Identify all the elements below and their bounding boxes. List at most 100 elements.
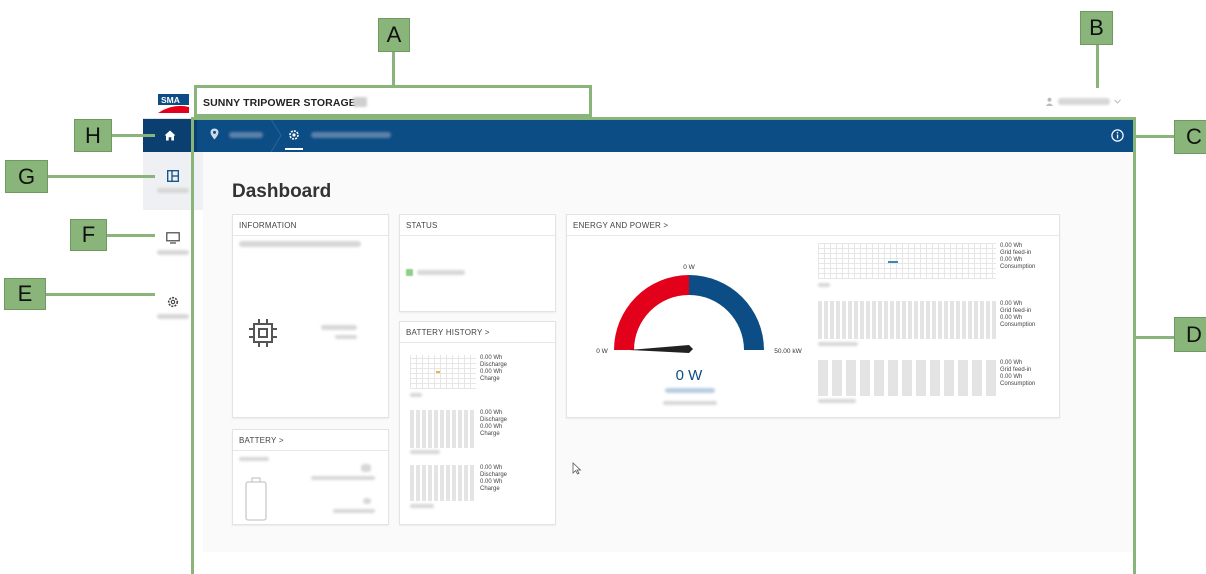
- discharge-label: Discharge: [480, 362, 508, 368]
- battery-history-header[interactable]: BATTERY HISTORY >: [406, 328, 490, 337]
- card-divider: [400, 235, 555, 236]
- power-gauge: 0 W 0 W 50.00 kW 0 W: [596, 264, 802, 384]
- user-name-blurred: [1058, 98, 1110, 105]
- sidebar: [143, 152, 203, 552]
- grid-feed-in-value: 0.00 Wh: [1000, 301, 1023, 307]
- gauge-arc-blue: [689, 275, 764, 350]
- gauge-top-label: 0 W: [683, 264, 695, 271]
- callout-frame-d-left: [191, 117, 194, 574]
- dashboard-icon: [167, 170, 179, 182]
- card-divider: [233, 235, 388, 236]
- grid-feed-in-label: Grid feed-in: [1000, 308, 1032, 314]
- charge-label: Charge: [480, 486, 500, 492]
- sidebar-item-configuration[interactable]: [143, 278, 203, 336]
- callout-line-d: [1133, 336, 1177, 339]
- battery-header-label: BATTERY: [239, 436, 277, 445]
- consumption-value: 0.00 Wh: [1000, 315, 1023, 321]
- app-title: SUNNY TRIPOWER STORAGE: [203, 97, 356, 109]
- callout-label-f: F: [70, 219, 107, 251]
- mouse-cursor-icon: [572, 462, 582, 475]
- state-of-charge-blurred: [361, 464, 371, 472]
- gauge-max-label: 50.00 kW: [774, 348, 802, 355]
- processor-chip-icon: [249, 319, 277, 347]
- consumption-value: 0.00 Wh: [1000, 374, 1023, 380]
- battery-history-year-chart: [410, 465, 476, 501]
- discharge-label: Discharge: [480, 417, 508, 423]
- battery-history-chevron: >: [484, 328, 490, 337]
- device-serial-blurred: [353, 97, 367, 107]
- gauge-arc-red: [614, 275, 689, 350]
- consumption-value: 0.00 Wh: [1000, 257, 1023, 263]
- discharge-label: Discharge: [480, 472, 508, 478]
- breadcrumb-device-blurred[interactable]: [311, 132, 391, 138]
- callout-label-g: G: [5, 160, 48, 193]
- charge-value: 0.00 Wh: [480, 479, 503, 485]
- battery-history-today-values: 0.00 Wh Discharge 0.00 Wh Charge: [480, 355, 507, 383]
- soc-label-blurred: [311, 476, 375, 480]
- energy-day-chart-marker: [888, 261, 898, 263]
- battery-history-card: BATTERY HISTORY > 0.00 Wh Discharge 0.00…: [399, 321, 556, 525]
- energy-month-chart: [818, 301, 996, 339]
- user-icon: [1045, 97, 1054, 106]
- chevron-down-icon: [1114, 99, 1121, 104]
- callout-line-c: [1133, 135, 1177, 138]
- screenshot-stage: SMA SUNNY TRIPOWER STORAGE Dashboard INF…: [0, 0, 1206, 574]
- charge-label: Charge: [480, 376, 500, 382]
- today-label-blurred: [410, 393, 422, 397]
- callout-frame-d-right: [1133, 117, 1136, 574]
- discharge-value: 0.00 Wh: [480, 355, 503, 361]
- user-menu[interactable]: [1045, 97, 1121, 106]
- sidebar-item-monitoring[interactable]: [143, 214, 203, 272]
- gauge-timestamp-blurred: [663, 401, 717, 405]
- callout-label-b: B: [1080, 11, 1113, 45]
- energy-year-values: 0.00 Wh Grid feed-in 0.00 Wh Consumption: [1000, 360, 1035, 388]
- energy-power-header[interactable]: ENERGY AND POWER >: [573, 221, 668, 230]
- settings-icon: [167, 296, 179, 308]
- sidebar-label-monitoring-blurred: [157, 250, 189, 255]
- sidebar-label-dashboard-blurred: [157, 188, 189, 193]
- status-ok-indicator: [406, 269, 413, 276]
- callout-frame-a-left: [194, 85, 197, 117]
- card-divider: [233, 450, 388, 451]
- callout-frame-d-top: [191, 117, 1136, 120]
- day-chart-marker: [436, 371, 440, 373]
- battery-timestamp-blurred: [239, 457, 269, 461]
- sidebar-label-configuration-blurred: [157, 314, 189, 319]
- grid-feed-in-label: Grid feed-in: [1000, 250, 1032, 256]
- sma-logo[interactable]: SMA: [157, 93, 190, 115]
- callout-line-h: [111, 134, 155, 137]
- discharge-value: 0.00 Wh: [480, 465, 503, 471]
- consumption-label: Consumption: [1000, 322, 1036, 328]
- energy-year-chart: [818, 360, 996, 396]
- charging-label-blurred: [333, 509, 375, 513]
- callout-line-e: [45, 293, 155, 296]
- serial-number-blurred: [321, 325, 357, 330]
- information-card: INFORMATION: [232, 214, 389, 418]
- energy-power-card: ENERGY AND POWER > 0 W 0 W 50.00 kW 0 W …: [566, 214, 1060, 418]
- battery-icon: [245, 477, 267, 521]
- gauge-value: 0 W: [676, 367, 704, 384]
- info-icon[interactable]: [1111, 129, 1124, 142]
- charge-label: Charge: [480, 431, 500, 437]
- grid-feed-in-value: 0.00 Wh: [1000, 360, 1023, 366]
- energy-today-label-blurred: [818, 283, 830, 287]
- energy-month-label-blurred: [818, 342, 858, 346]
- grid-feed-in-label: Grid feed-in: [1000, 367, 1032, 373]
- callout-line-g: [47, 175, 155, 178]
- monitor-icon: [166, 232, 180, 244]
- breadcrumb-plant-blurred[interactable]: [229, 132, 263, 138]
- active-breadcrumb-indicator: [285, 148, 303, 150]
- battery-history-header-label: BATTERY HISTORY: [406, 328, 483, 337]
- consumption-label: Consumption: [1000, 264, 1036, 270]
- battery-history-month-values: 0.00 Wh Discharge 0.00 Wh Charge: [480, 410, 507, 438]
- charge-value: 0.00 Wh: [480, 369, 503, 375]
- battery-header[interactable]: BATTERY >: [239, 436, 284, 445]
- gauge-min-label: 0 W: [596, 348, 608, 355]
- callout-label-d: D: [1174, 317, 1206, 352]
- logo-text: SMA: [161, 95, 180, 105]
- discharge-value: 0.00 Wh: [480, 410, 503, 416]
- total-yield-link-blurred[interactable]: [665, 388, 715, 393]
- sidebar-item-dashboard[interactable]: [143, 152, 203, 210]
- callout-label-h: H: [74, 119, 112, 152]
- battery-history-year-values: 0.00 Wh Discharge 0.00 Wh Charge: [480, 465, 507, 493]
